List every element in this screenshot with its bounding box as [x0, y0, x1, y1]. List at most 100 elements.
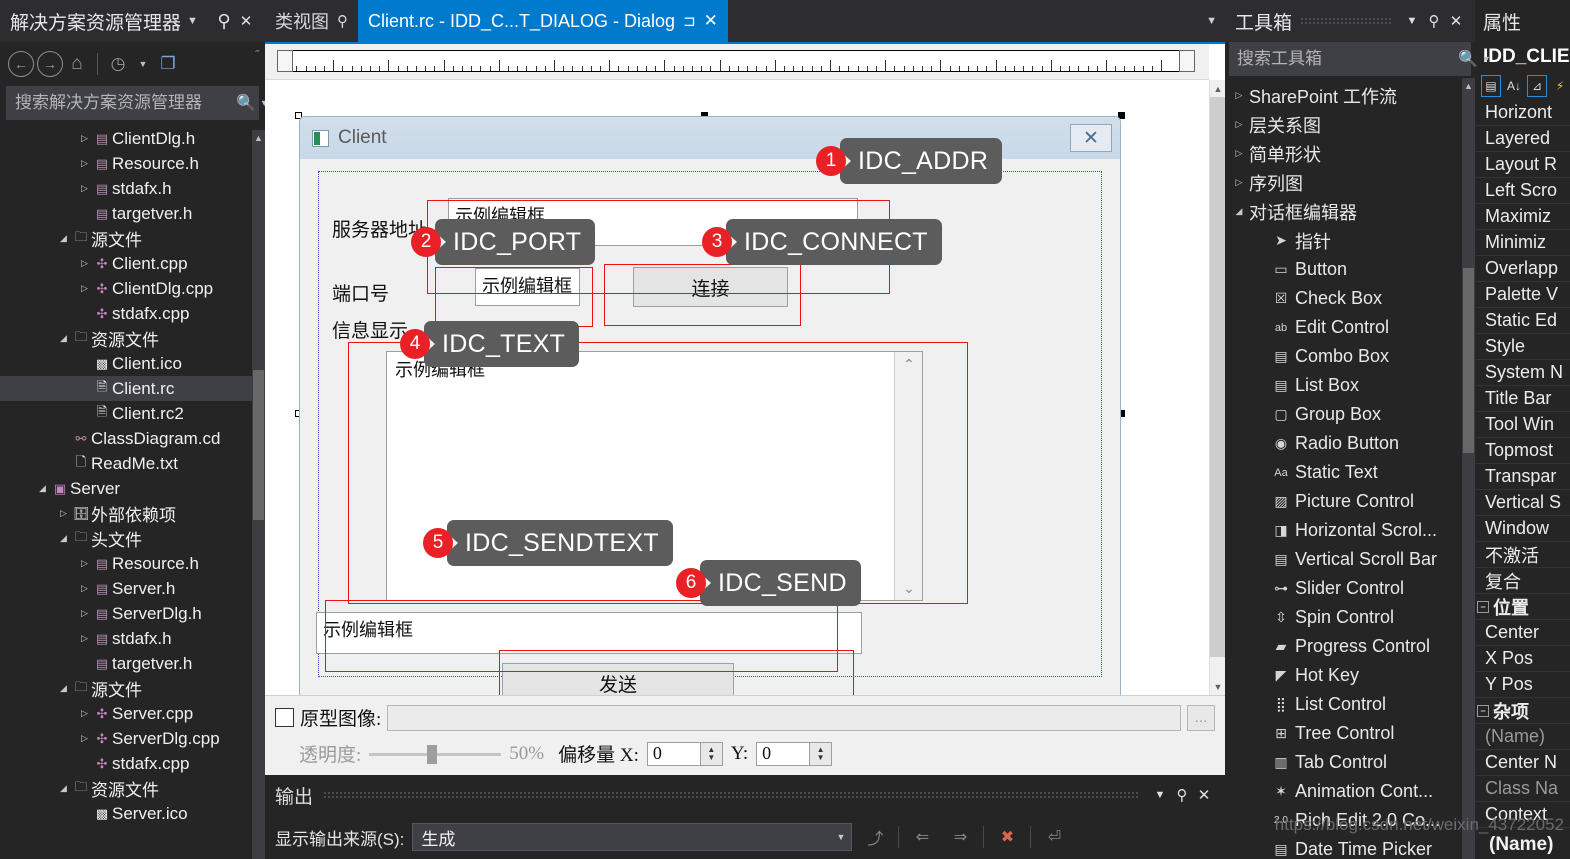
- chevron-right-icon[interactable]: ▷: [1229, 148, 1249, 159]
- alphabetical-sort-icon[interactable]: A↓: [1504, 75, 1524, 97]
- property-row[interactable]: Layered: [1475, 126, 1570, 152]
- scroll-down-icon[interactable]: ▼: [1210, 678, 1225, 695]
- tree-item[interactable]: ▩ Client.ico: [0, 351, 265, 376]
- tree-item[interactable]: ▷ ▤ Resource.h: [0, 551, 265, 576]
- property-row[interactable]: X Pos: [1475, 646, 1570, 672]
- chevron-right-icon[interactable]: ▷: [77, 258, 92, 269]
- close-icon[interactable]: ✕: [1193, 784, 1215, 806]
- pin-icon[interactable]: ⚲: [213, 10, 235, 32]
- property-row[interactable]: System N: [1475, 360, 1570, 386]
- chevron-down-icon[interactable]: ▼: [132, 53, 154, 75]
- toolbox-item-list-box[interactable]: ▤ List Box: [1225, 371, 1475, 400]
- tree-item[interactable]: ◢ 🗀 头文件: [0, 526, 265, 551]
- pin-icon[interactable]: ⚲: [1171, 784, 1193, 806]
- prototype-image-path-input[interactable]: [387, 704, 1181, 731]
- toolbox-search[interactable]: 🔍 ▼: [1229, 42, 1491, 76]
- tree-item[interactable]: ▷ ✣ ClientDlg.cpp: [0, 276, 265, 301]
- property-row[interactable]: Layout R: [1475, 152, 1570, 178]
- property-row[interactable]: Tool Win: [1475, 412, 1570, 438]
- views-icon[interactable]: ❐: [157, 53, 179, 75]
- toolbox-item-check-box[interactable]: ☒ Check Box: [1225, 284, 1475, 313]
- collapse-icon[interactable]: −: [1477, 704, 1489, 717]
- scrollbar-thumb[interactable]: [1463, 268, 1474, 453]
- scrollbar-thumb[interactable]: [1210, 97, 1225, 657]
- search-icon[interactable]: 🔍: [236, 93, 256, 113]
- tree-item[interactable]: ✣ stdafx.cpp: [0, 301, 265, 326]
- tree-item[interactable]: ▷ ▤ ServerDlg.h: [0, 601, 265, 626]
- property-row[interactable]: Horizont: [1475, 100, 1570, 126]
- word-wrap-icon[interactable]: ⏎: [1039, 823, 1069, 851]
- tree-item[interactable]: ◢ 🗀 资源文件: [0, 776, 265, 801]
- toolbox-item-[interactable]: ▷ 层关系图: [1225, 110, 1475, 139]
- property-group[interactable]: − 杂项: [1475, 698, 1570, 724]
- toolbox-item-combo-box[interactable]: ▤ Combo Box: [1225, 342, 1475, 371]
- chevron-down-icon[interactable]: ▼: [187, 15, 198, 27]
- ruler-handle-left[interactable]: [277, 50, 293, 72]
- pin-icon[interactable]: ⚲: [1423, 10, 1445, 32]
- property-row[interactable]: Window: [1475, 516, 1570, 542]
- property-row[interactable]: 复合: [1475, 568, 1570, 594]
- chevron-right-icon[interactable]: ▷: [77, 583, 92, 594]
- toolbox-item-slider-control[interactable]: ⊶ Slider Control: [1225, 574, 1475, 603]
- chevron-down-icon[interactable]: ◢: [56, 683, 71, 694]
- property-row[interactable]: 不激活: [1475, 542, 1570, 568]
- chevron-down-icon[interactable]: ▼: [1401, 10, 1423, 32]
- toolbox-item-sharepoint[interactable]: ▷ SharePoint 工作流: [1225, 81, 1475, 110]
- tab-client-rc-dialog[interactable]: Client.rc - IDD_C...T_DIALOG - Dialog ⊐ …: [358, 0, 728, 42]
- property-row[interactable]: Maximiz: [1475, 204, 1570, 230]
- toolbox-item-[interactable]: ◢ 对话框编辑器: [1225, 197, 1475, 226]
- tree-item[interactable]: ▷ ▤ ClientDlg.h: [0, 126, 265, 151]
- chevron-right-icon[interactable]: ▷: [77, 633, 92, 644]
- tree-item[interactable]: ▷ ▤ stdafx.h: [0, 176, 265, 201]
- chevron-right-icon[interactable]: ▷: [56, 508, 71, 519]
- solution-explorer-search[interactable]: 🔍 ▼: [6, 86, 269, 120]
- property-row[interactable]: Vertical S: [1475, 490, 1570, 516]
- property-row[interactable]: Title Bar: [1475, 386, 1570, 412]
- toolbox-item-animation-cont[interactable]: ✶ Animation Cont...: [1225, 777, 1475, 806]
- chevron-right-icon[interactable]: ▷: [77, 708, 92, 719]
- property-row[interactable]: Center N: [1475, 750, 1570, 776]
- close-icon[interactable]: ✕: [235, 10, 257, 32]
- chevron-down-icon[interactable]: ▼: [1149, 784, 1171, 806]
- toolbox-item-[interactable]: ➤ 指针: [1225, 226, 1475, 255]
- chevron-right-icon[interactable]: ▷: [1229, 90, 1249, 101]
- close-icon[interactable]: ✕: [1445, 10, 1467, 32]
- chevron-right-icon[interactable]: ▷: [77, 733, 92, 744]
- tree-item[interactable]: ◢ 🗀 源文件: [0, 226, 265, 251]
- toolbox-item-picture-control[interactable]: ▨ Picture Control: [1225, 487, 1475, 516]
- chevron-right-icon[interactable]: ▷: [77, 183, 92, 194]
- property-row[interactable]: Minimiz: [1475, 230, 1570, 256]
- scroll-up-icon[interactable]: ▲: [252, 130, 265, 146]
- tree-item[interactable]: ▩ Server.ico: [0, 801, 265, 826]
- clear-all-icon[interactable]: ✖: [992, 823, 1022, 851]
- tree-item[interactable]: ▤ targetver.h: [0, 201, 265, 226]
- toolbox-item-[interactable]: ▷ 序列图: [1225, 168, 1475, 197]
- output-source-select[interactable]: 生成 ▼: [412, 823, 853, 851]
- property-row[interactable]: Palette V: [1475, 282, 1570, 308]
- browse-button[interactable]: ...: [1187, 704, 1215, 731]
- property-row[interactable]: Y Pos: [1475, 672, 1570, 698]
- toolbox-item-list[interactable]: ▷ SharePoint 工作流 ▷ 层关系图 ▷ 简单形状 ▷ 序列图 ◢ 对话框编辑器 ➤ 指针 ▭…: [1225, 78, 1475, 859]
- chevron-down-icon[interactable]: ▼: [836, 832, 845, 842]
- tree-item[interactable]: ◢ 🗀 资源文件: [0, 326, 265, 351]
- tree-item[interactable]: 🗎 Client.rc2: [0, 401, 265, 426]
- chevron-down-icon[interactable]: ◢: [35, 483, 50, 494]
- toolbox-item-tab-control[interactable]: ▥ Tab Control: [1225, 748, 1475, 777]
- properties-list[interactable]: Horizont Layered Layout R Left Scro Maximiz M…: [1475, 100, 1570, 831]
- property-group[interactable]: − 位置: [1475, 594, 1570, 620]
- chevron-down-icon[interactable]: ▼: [1482, 54, 1491, 64]
- toolbox-item-date-time-picker[interactable]: ▤ Date Time Picker: [1225, 835, 1475, 859]
- toolbox-item-vertical-scroll-bar[interactable]: ▤ Vertical Scroll Bar: [1225, 545, 1475, 574]
- tree-item[interactable]: ▷ ▤ Server.h: [0, 576, 265, 601]
- search-input[interactable]: [15, 93, 236, 113]
- chevron-right-icon[interactable]: ▷: [77, 608, 92, 619]
- events-icon[interactable]: ⚡: [1550, 75, 1570, 97]
- solution-explorer-scrollbar[interactable]: ▲: [252, 130, 265, 859]
- chevron-right-icon[interactable]: ▷: [77, 558, 92, 569]
- toolbox-item-group-box[interactable]: ▢ Group Box: [1225, 400, 1475, 429]
- property-row[interactable]: Left Scro: [1475, 178, 1570, 204]
- chevron-down-icon[interactable]: ▼: [1206, 15, 1217, 27]
- tree-item[interactable]: ▷ ✣ ServerDlg.cpp: [0, 726, 265, 751]
- chevron-down-icon[interactable]: ◢: [56, 333, 71, 344]
- back-icon[interactable]: ←: [8, 51, 34, 77]
